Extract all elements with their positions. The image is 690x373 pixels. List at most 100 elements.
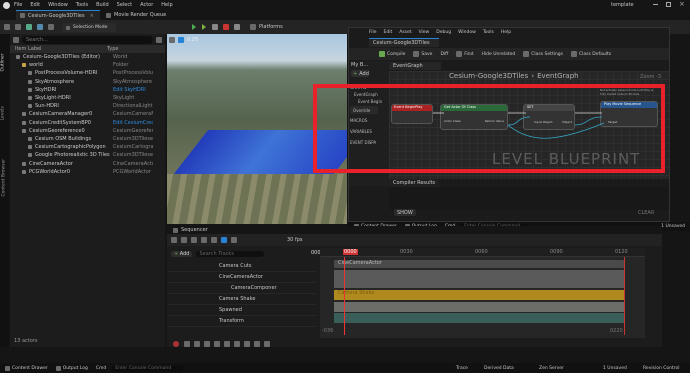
eject-icon[interactable] bbox=[234, 24, 240, 30]
seq-clip-cinecamera-body[interactable] bbox=[334, 270, 624, 288]
seq-track-row[interactable]: CineCameraActor bbox=[167, 272, 317, 283]
breadcrumb-graph[interactable]: EventGraph bbox=[537, 72, 579, 80]
revision-control-button[interactable]: Revision Control bbox=[643, 366, 680, 371]
seq-track-row[interactable]: Camera Cuts bbox=[167, 261, 317, 272]
col-type[interactable]: Type bbox=[107, 46, 118, 52]
outliner-row[interactable]: CesiumCreditSystemBP0 Edit CesiumCredit bbox=[10, 119, 165, 127]
bp-tab[interactable]: Cesium-Google3DTiles bbox=[369, 38, 439, 47]
side-tab-content-browser[interactable]: Content Browser bbox=[2, 145, 7, 197]
menu-tools[interactable]: Tools bbox=[76, 2, 88, 8]
compile-icon[interactable] bbox=[379, 51, 385, 57]
seq-track-row[interactable]: Camera Shake bbox=[167, 294, 317, 305]
seq-magnet-icon[interactable] bbox=[231, 237, 237, 243]
find-icon[interactable] bbox=[456, 51, 463, 57]
col-item-label[interactable]: Item Label bbox=[15, 46, 107, 52]
step-forward-icon[interactable] bbox=[234, 341, 240, 347]
output-log-button[interactable]: Output Log bbox=[63, 366, 88, 371]
outliner-row[interactable]: SkyAtmosphere SkyAtmosphere bbox=[10, 78, 165, 86]
stop-icon[interactable] bbox=[223, 24, 229, 30]
bp-menu-file[interactable]: File bbox=[369, 30, 377, 35]
class-defaults-icon[interactable] bbox=[571, 51, 578, 57]
derived-data-button[interactable]: Derived Data bbox=[484, 366, 514, 371]
bp-add-button[interactable]: + Add bbox=[351, 70, 369, 77]
cinematics-icon[interactable] bbox=[48, 24, 54, 30]
hide-unrelated-button[interactable]: Hide Unrelated bbox=[482, 52, 516, 57]
seq-track-row[interactable]: CameraComponer bbox=[167, 283, 317, 294]
bp-menu-asset[interactable]: Asset bbox=[399, 30, 411, 35]
seq-play-icon[interactable] bbox=[224, 341, 230, 347]
seq-filter-icon[interactable] bbox=[211, 237, 217, 243]
bp-menu-view[interactable]: View bbox=[419, 30, 430, 35]
compile-button[interactable]: Compile bbox=[387, 52, 405, 57]
bp-save-icon[interactable] bbox=[413, 51, 420, 57]
selection-mode-button[interactable]: Selection Mode bbox=[62, 23, 116, 32]
outliner-row[interactable]: Cesium-Google3DTiles (Editor) World bbox=[10, 53, 165, 61]
class-defaults-button[interactable]: Class Defaults bbox=[579, 52, 611, 57]
unsaved-button[interactable]: 1 Unsaved bbox=[603, 366, 627, 371]
to-end-icon[interactable] bbox=[254, 341, 260, 347]
maximize-button[interactable] bbox=[666, 2, 671, 7]
seq-timeline[interactable]: 0000 0030 0060 0090 0120 CineCameraActor… bbox=[320, 248, 645, 338]
side-tab-levels[interactable]: Levels bbox=[1, 97, 6, 120]
next-key-icon[interactable] bbox=[244, 341, 250, 347]
minimize-button[interactable] bbox=[653, 4, 658, 5]
blueprints-icon[interactable] bbox=[37, 24, 43, 30]
perspective-icon[interactable] bbox=[178, 37, 184, 43]
seq-playhead-label[interactable]: 0000 bbox=[343, 249, 358, 255]
close-button[interactable]: × bbox=[679, 0, 685, 8]
tab-close-icon[interactable]: × bbox=[90, 13, 94, 19]
seq-track-row[interactable]: Transform bbox=[167, 316, 317, 327]
outliner-row[interactable]: Sun-HDRI DirectionalLight bbox=[10, 102, 165, 110]
trace-button[interactable]: Trace bbox=[456, 366, 468, 371]
menu-window[interactable]: Window bbox=[48, 2, 68, 8]
seq-search-input[interactable]: Search Tracks bbox=[196, 250, 264, 257]
outliner-row[interactable]: world Folder bbox=[10, 61, 165, 69]
outliner-row[interactable]: PostProcessVolume-HDRI PostProcessVolume bbox=[10, 69, 165, 77]
platforms-icon[interactable] bbox=[250, 24, 256, 30]
seq-clip-transform[interactable] bbox=[334, 313, 624, 323]
menu-build[interactable]: Build bbox=[96, 2, 109, 8]
output-log-icon[interactable] bbox=[55, 365, 61, 371]
sequencer-tab[interactable]: Sequencer bbox=[181, 227, 208, 233]
bp-menu-window[interactable]: Window bbox=[458, 30, 476, 35]
outliner-search-input[interactable]: Search... bbox=[22, 35, 153, 44]
outliner-row[interactable]: Google Photorealistic 3D Tiles Cesium3DTi… bbox=[10, 151, 165, 159]
content-drawer-icon[interactable] bbox=[5, 365, 10, 371]
fps-dropdown[interactable]: 30 fps bbox=[287, 237, 303, 243]
bp-menu-debug[interactable]: Debug bbox=[436, 30, 451, 35]
skip-icon[interactable] bbox=[212, 24, 218, 30]
seq-snap-icon[interactable] bbox=[221, 237, 227, 243]
create-icon[interactable] bbox=[26, 24, 32, 30]
outliner-row[interactable]: SkyHDRI Edit SkyHDRI bbox=[10, 86, 165, 94]
menu-actor[interactable]: Actor bbox=[140, 2, 153, 8]
seq-clip-cinecamera[interactable]: CineCameraActor bbox=[334, 260, 624, 268]
side-tab-outliner[interactable]: Outliner bbox=[1, 42, 6, 71]
class-settings-button[interactable]: Class Settings bbox=[531, 52, 563, 57]
menu-edit[interactable]: Edit bbox=[30, 2, 40, 8]
seq-render-icon[interactable] bbox=[201, 237, 207, 243]
menu-help[interactable]: Help bbox=[161, 2, 172, 8]
seq-camera-icon[interactable] bbox=[191, 237, 197, 243]
to-start-icon[interactable] bbox=[184, 341, 190, 347]
bp-save-button[interactable]: Save bbox=[421, 52, 432, 57]
platforms-button[interactable]: Platforms bbox=[259, 24, 283, 30]
seq-add-button[interactable]: + Add bbox=[171, 250, 193, 257]
content-drawer-button[interactable]: Content Drawer bbox=[12, 366, 48, 371]
tab-movie-render-queue[interactable]: Movie Render Queue bbox=[100, 10, 170, 20]
seq-clip-camera-shake[interactable]: Camera Shake bbox=[334, 290, 624, 300]
outliner-row[interactable]: CesiumGeoreference0 CesiumGeorefere bbox=[10, 127, 165, 135]
outliner-row[interactable]: Cesium OSM Buildings Cesium3DTileset bbox=[10, 135, 165, 143]
breadcrumb-level[interactable]: Cesium-Google3DTiles bbox=[449, 72, 528, 80]
bp-menu-edit[interactable]: Edit bbox=[384, 30, 393, 35]
clear-button[interactable]: CLEAR bbox=[635, 209, 657, 216]
diff-button[interactable]: Diff bbox=[440, 52, 448, 57]
play-reverse-icon[interactable] bbox=[214, 341, 220, 347]
record-icon[interactable] bbox=[173, 341, 179, 347]
add-filter-icon[interactable] bbox=[13, 36, 19, 43]
play-icon[interactable] bbox=[192, 24, 196, 30]
save-icon[interactable] bbox=[4, 24, 10, 30]
cmd-button[interactable]: Cmd bbox=[96, 366, 106, 371]
bp-menu-tools[interactable]: Tools bbox=[483, 30, 494, 35]
outliner-row[interactable]: SkyLight-HDRI SkyLight bbox=[10, 94, 165, 102]
seq-track-row[interactable]: Spawned bbox=[167, 305, 317, 316]
